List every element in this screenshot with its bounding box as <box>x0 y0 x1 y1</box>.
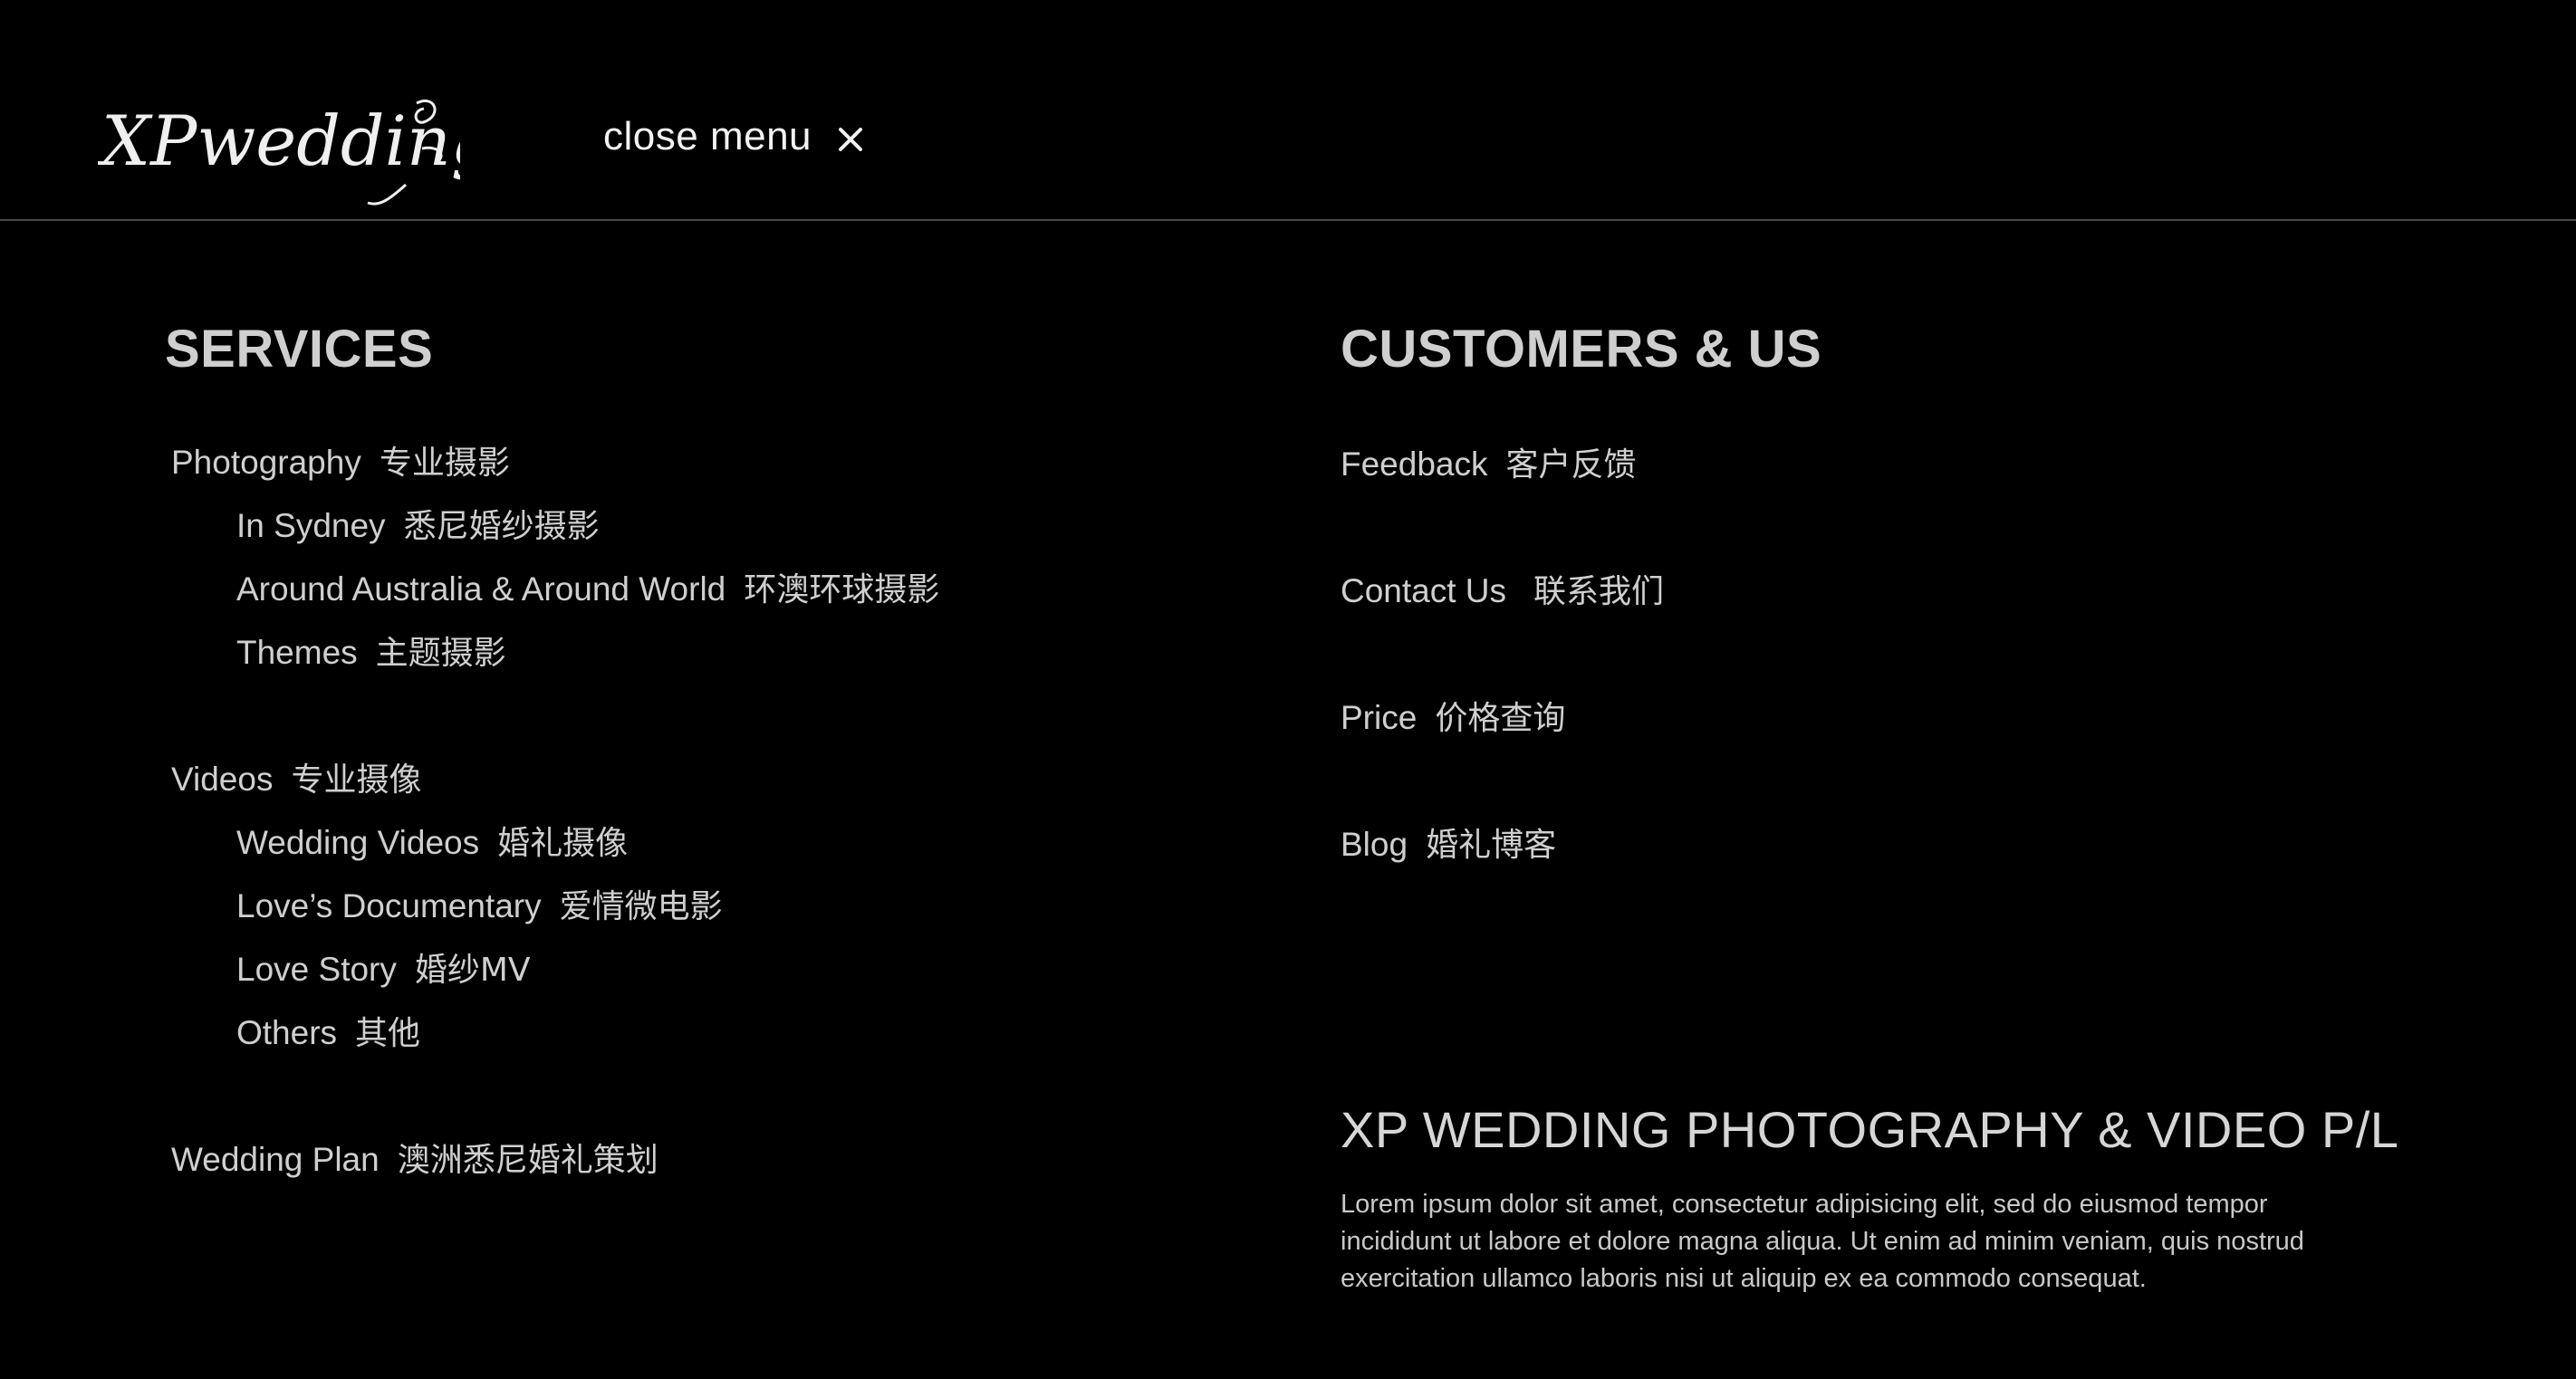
nav-themes-zh: 主题摄影 <box>375 635 506 672</box>
nav-wedding-videos-zh: 婚礼摄像 <box>497 825 629 862</box>
nav-around-world[interactable]: Around Australia & Around World 环澳环球摄影 <box>236 563 939 610</box>
nav-feedback[interactable]: Feedback 客户反馈 <box>1341 438 1637 485</box>
close-icon <box>839 128 863 151</box>
nav-love-story-en: Love Story <box>236 951 397 988</box>
nav-loves-documentary[interactable]: Love’s Documentary 爱情微电影 <box>236 880 723 927</box>
nav-contact-us[interactable]: Contact Us 联系我们 <box>1341 565 1664 612</box>
nav-blog[interactable]: Blog 婚礼博客 <box>1341 819 1556 866</box>
nav-around-world-zh: 环澳环球摄影 <box>744 571 940 608</box>
nav-price-en: Price <box>1341 699 1418 736</box>
nav-price-zh: 价格查询 <box>1435 700 1566 737</box>
nav-themes[interactable]: Themes 主题摄影 <box>236 627 506 674</box>
nav-photography[interactable]: Photography 专业摄影 <box>171 436 510 484</box>
close-menu-button[interactable]: close menu <box>603 114 864 159</box>
nav-wedding-plan[interactable]: Wedding Plan 澳洲悉尼婚礼策划 <box>171 1134 658 1181</box>
nav-loves-documentary-zh: 爱情微电影 <box>559 888 723 925</box>
nav-others-zh: 其他 <box>355 1015 421 1052</box>
nav-themes-en: Themes <box>236 634 358 671</box>
company-name: XP WEDDING PHOTOGRAPHY & VIDEO P/L <box>1341 1101 2399 1158</box>
nav-in-sydney-zh: 悉尼婚纱摄影 <box>403 508 600 545</box>
nav-others[interactable]: Others 其他 <box>236 1007 420 1054</box>
nav-in-sydney-en: In Sydney <box>236 507 386 544</box>
company-description: Lorem ipsum dolor sit amet, consectetur … <box>1341 1190 2304 1293</box>
nav-price[interactable]: Price 价格查询 <box>1341 692 1565 739</box>
nav-wedding-plan-zh: 澳洲悉尼婚礼策划 <box>397 1142 658 1179</box>
top-bar: XPwedding close menu <box>0 0 2576 221</box>
nav-photography-en: Photography <box>171 444 361 481</box>
nav-blog-zh: 婚礼博客 <box>1426 827 1557 864</box>
nav-blog-en: Blog <box>1341 826 1408 863</box>
logo-text: XPwedding <box>98 101 460 181</box>
close-menu-label: close menu <box>603 114 812 158</box>
nav-wedding-videos[interactable]: Wedding Videos 婚礼摄像 <box>236 817 628 864</box>
nav-videos-en: Videos <box>171 761 274 798</box>
nav-love-story[interactable]: Love Story 婚纱MV <box>236 943 531 991</box>
nav-loves-documentary-en: Love’s Documentary <box>236 887 542 924</box>
services-heading: SERVICES <box>165 320 434 378</box>
nav-wedding-plan-en: Wedding Plan <box>171 1141 380 1178</box>
nav-others-en: Others <box>236 1014 338 1051</box>
nav-feedback-zh: 客户反馈 <box>1505 446 1637 484</box>
nav-videos-zh: 专业摄像 <box>291 761 422 799</box>
nav-contact-us-en: Contact Us <box>1341 572 1507 609</box>
nav-contact-us-zh: 联系我们 <box>1533 573 1665 610</box>
nav-love-story-zh: 婚纱MV <box>414 952 531 989</box>
customers-heading: CUSTOMERS & US <box>1341 320 1822 378</box>
xpwedding-logo[interactable]: XPwedding <box>98 94 460 212</box>
nav-videos[interactable]: Videos 专业摄像 <box>171 753 421 800</box>
nav-feedback-en: Feedback <box>1341 445 1488 483</box>
nav-wedding-videos-en: Wedding Videos <box>236 824 480 861</box>
nav-around-world-en: Around Australia & Around World <box>236 570 726 608</box>
nav-photography-zh: 专业摄影 <box>379 445 510 482</box>
nav-in-sydney[interactable]: In Sydney 悉尼婚纱摄影 <box>236 500 600 547</box>
